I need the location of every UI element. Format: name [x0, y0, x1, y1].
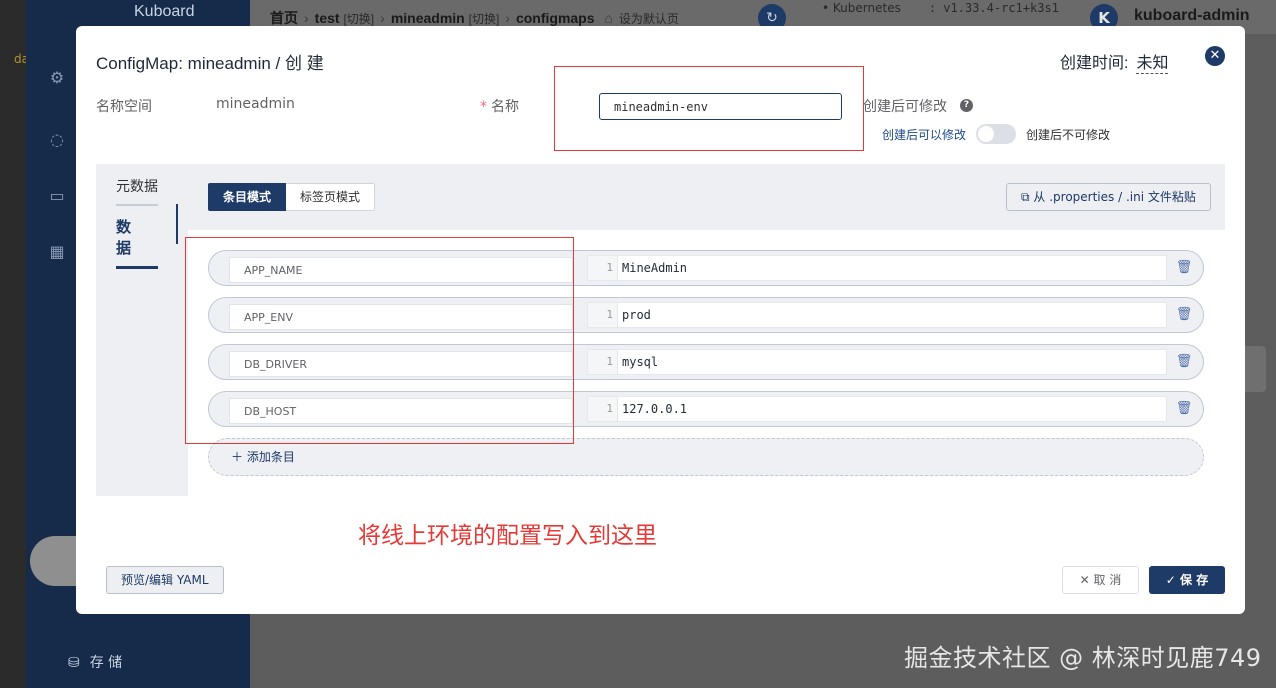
tab-mode-button[interactable]: 标签页模式 [286, 183, 376, 211]
box-icon: ▭ [49, 186, 65, 205]
entry-key-input[interactable] [229, 304, 573, 330]
save-button[interactable]: ✓ 保 存 [1149, 566, 1225, 594]
entry-row: 1 127.0.0.1 🗑 [208, 391, 1204, 427]
created-time: 创建时间: 未知 [1060, 49, 1169, 74]
close-icon[interactable]: ✕ [1205, 46, 1225, 66]
user-name: kuboard-admin [1134, 7, 1250, 24]
left-strip: da [0, 0, 29, 688]
entry-value: prod [622, 308, 651, 322]
mode-switch: 条目模式 标签页模式 [208, 183, 376, 211]
close-icon: ✕ [1079, 573, 1090, 587]
delete-icon[interactable]: 🗑 [1175, 306, 1193, 324]
content-header: 条目模式 标签页模式 ⧉ 从 .properties / .ini 文件粘贴 [188, 164, 1225, 230]
breadcrumb: 首页 › test [切换] › mineadmin [切换] › configmaps ⌂… [270, 10, 679, 26]
entry-value-editor[interactable]: 1 mysql [587, 349, 1167, 375]
entry-key-input[interactable] [229, 398, 573, 424]
delete-icon[interactable]: 🗑 [1175, 259, 1193, 277]
created-value: 未知 [1136, 55, 1169, 74]
grid-icon: ▦ [49, 242, 65, 261]
entry-row: 1 MineAdmin 🗑 [208, 250, 1204, 286]
sidebar-item-storage: ⛁ 存 储 [68, 655, 123, 671]
gear-icon: ⚙ [49, 68, 65, 87]
immutable-switch[interactable] [976, 124, 1017, 144]
yaml-preview-button[interactable]: 预览/编辑 YAML [106, 566, 224, 594]
entry-value-editor[interactable]: 1 MineAdmin [587, 255, 1167, 281]
home-icon: ⌂ [604, 10, 613, 26]
delete-icon[interactable]: 🗑 [1175, 400, 1193, 418]
entry-row: 1 prod 🗑 [208, 297, 1204, 333]
entry-value-editor[interactable]: 1 prod [587, 302, 1167, 328]
entry-value: mysql [622, 355, 659, 369]
tab-indicator [176, 204, 178, 244]
entry-row: 1 mysql 🗑 [208, 344, 1204, 380]
toggle-off-label: 创建后不可修改 [1026, 127, 1111, 142]
cancel-button[interactable]: ✕ 取 消 [1062, 566, 1139, 594]
namespace-value: mineadmin [216, 96, 295, 112]
database-icon: ⛁ [68, 655, 80, 671]
brand-logo: Kuboard [134, 3, 195, 20]
vertical-tabs: 元数据 数 据 [96, 164, 188, 496]
entry-value: MineAdmin [622, 261, 688, 275]
delete-icon[interactable]: 🗑 [1175, 353, 1193, 371]
tab-data[interactable]: 数 据 [116, 216, 158, 269]
created-label: 创建时间: [1060, 55, 1129, 72]
entry-key-input[interactable] [229, 351, 573, 377]
paste-properties-button[interactable]: ⧉ 从 .properties / .ini 文件粘贴 [1006, 183, 1211, 211]
configmap-dialog: ConfigMap: mineadmin / 创 建 创建时间: 未知 ✕ 名称空… [76, 26, 1245, 614]
annotation-text: 将线上环境的配置写入到这里 [358, 523, 657, 549]
dialog-title: ConfigMap: mineadmin / 创 建 [96, 54, 324, 73]
switch-knob [978, 126, 995, 142]
immutable-label: 创建后可修改 [863, 99, 947, 115]
add-entry-button[interactable]: ＋ 添加条目 [208, 438, 1204, 476]
name-input[interactable] [599, 93, 842, 120]
chat-icon: ◌ [50, 130, 64, 149]
k8s-version: • Kubernetes: v1.33.4-rc1+k3s1 [822, 1, 1059, 15]
entry-mode-button[interactable]: 条目模式 [208, 183, 287, 211]
copy-icon: ⧉ [1021, 190, 1030, 204]
data-content: 条目模式 标签页模式 ⧉ 从 .properties / .ini 文件粘贴 1… [188, 164, 1225, 496]
tab-panel: 元数据 数 据 条目模式 标签页模式 ⧉ 从 .properties / .in… [96, 164, 1225, 496]
plus-icon: ＋ [231, 450, 244, 464]
line-number: 1 [588, 256, 618, 280]
line-number: 1 [588, 350, 618, 374]
immutable-toggle-row: 创建后可以修改 创建后不可修改 [882, 124, 1110, 144]
tab-metadata[interactable]: 元数据 [116, 176, 158, 206]
help-icon[interactable]: ? [960, 99, 973, 112]
entry-value: 127.0.0.1 [622, 402, 688, 416]
entry-value-editor[interactable]: 1 127.0.0.1 [587, 396, 1167, 422]
line-number: 1 [588, 303, 618, 327]
toggle-on-label: 创建后可以修改 [882, 127, 967, 142]
check-icon: ✓ [1165, 573, 1176, 587]
namespace-label: 名称空间 [96, 99, 152, 115]
line-number: 1 [588, 397, 618, 421]
watermark: 掘金技术社区 @ 林深时见鹿749 [904, 644, 1262, 672]
entry-key-input[interactable] [229, 257, 573, 283]
name-label: * 名称 [480, 99, 519, 115]
